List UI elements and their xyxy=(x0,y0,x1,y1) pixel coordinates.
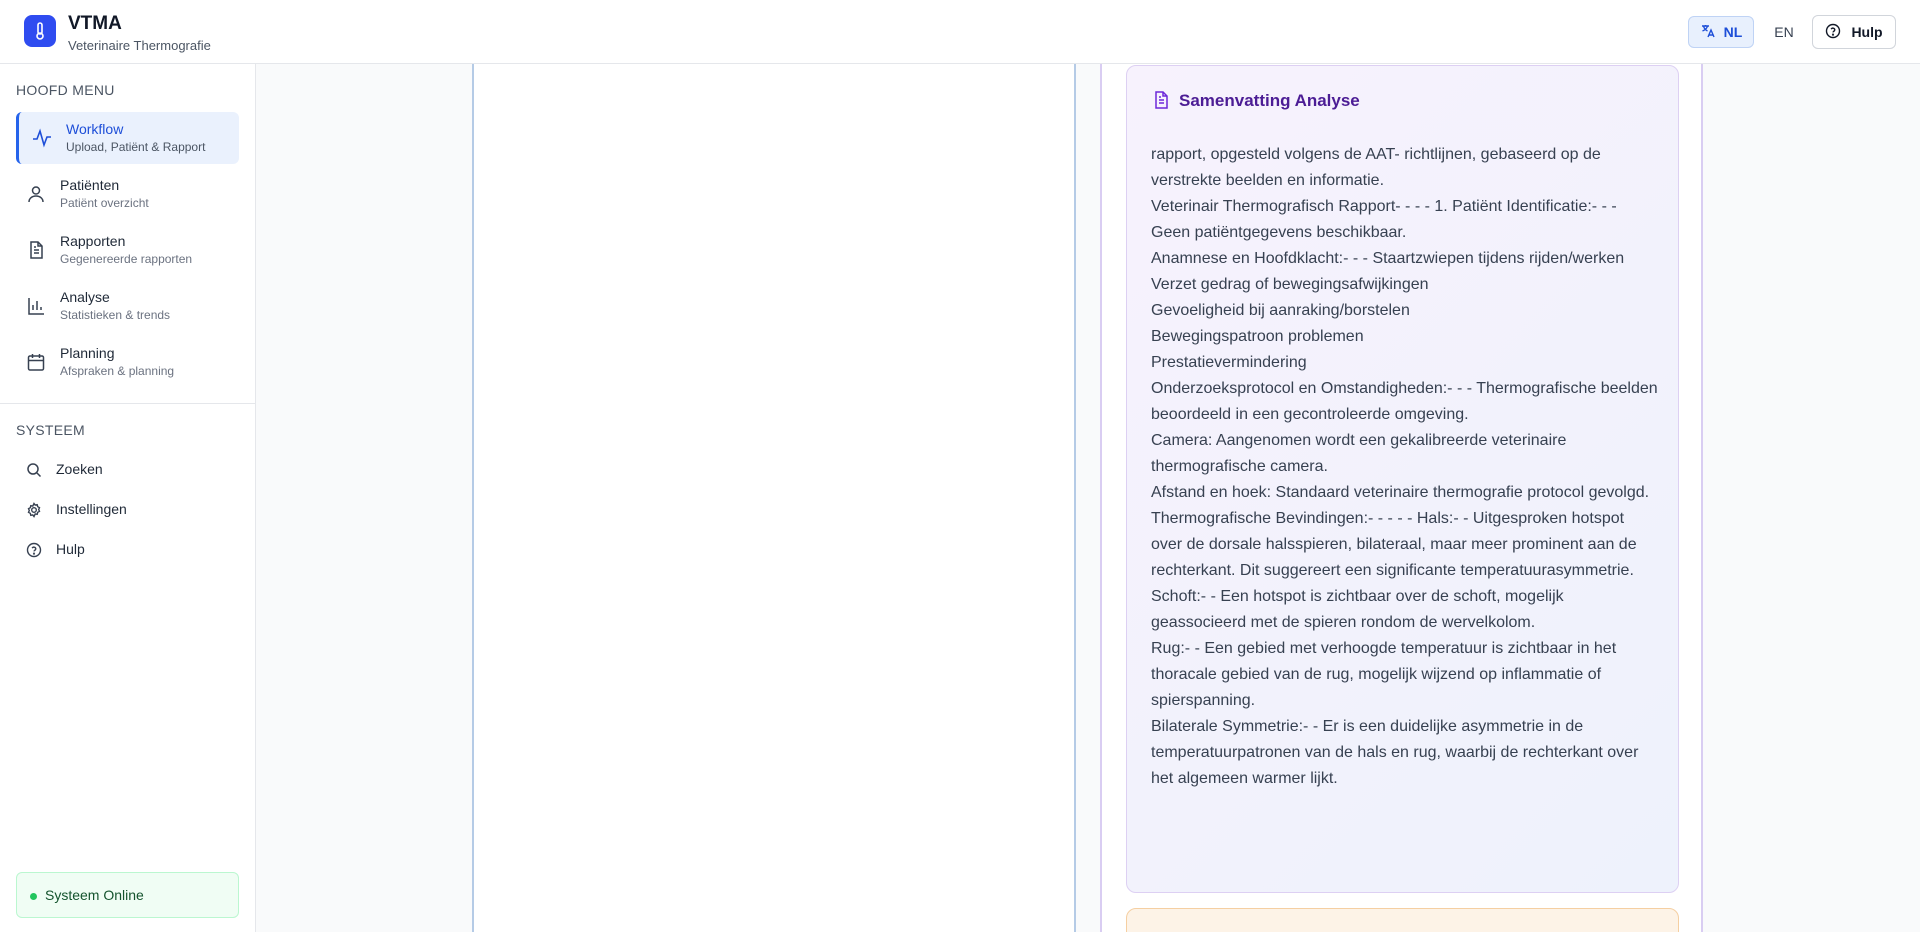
help-circle-icon xyxy=(26,542,42,558)
summary-line: Prestatievermindering xyxy=(1151,354,1307,371)
status-text: Systeem Online xyxy=(45,887,144,903)
gear-icon xyxy=(26,502,42,518)
search-icon xyxy=(26,462,42,478)
summary-line: Schoft:- - Een hotspot is zichtbaar over… xyxy=(1151,588,1564,631)
bar-chart-icon xyxy=(26,296,46,316)
sidebar-item-title: Patiënten xyxy=(60,177,120,193)
main-menu-heading: HOOFD MENU xyxy=(16,82,115,98)
sidebar-item-subtitle: Afspraken & planning xyxy=(60,364,175,378)
sidebar-item-workflow[interactable]: Workflow Upload, Patiënt & Rapport xyxy=(16,112,239,164)
language-nl-button[interactable]: NL xyxy=(1688,16,1754,48)
sidebar-item-analyse[interactable]: Analyse Statistieken & trends xyxy=(16,280,239,332)
language-nl-label: NL xyxy=(1723,24,1743,40)
sidebar-item-subtitle: Upload, Patiënt & Rapport xyxy=(66,140,206,154)
file-text-icon xyxy=(1151,90,1171,110)
sidebar: HOOFD MENU Workflow Upload, Patiënt & Ra… xyxy=(0,64,256,932)
sidebar-divider xyxy=(0,403,255,404)
main-content: Samenvatting Analyse rapport, opgesteld … xyxy=(256,64,1920,932)
sidebar-item-title: Planning xyxy=(60,345,115,361)
analysis-panel: Samenvatting Analyse rapport, opgesteld … xyxy=(1100,64,1703,932)
thermometer-logo-icon xyxy=(24,15,56,47)
file-text-icon xyxy=(26,240,46,260)
activity-icon xyxy=(32,128,52,148)
sidebar-item-title: Workflow xyxy=(66,121,124,137)
sidebar-item-title: Analyse xyxy=(60,289,110,305)
sidebar-item-instellingen[interactable]: Instellingen xyxy=(16,494,239,526)
sidebar-item-patienten[interactable]: Patiënten Patiënt overzicht xyxy=(16,168,239,220)
sidebar-item-planning[interactable]: Planning Afspraken & planning xyxy=(16,336,239,388)
sidebar-item-subtitle: Gegenereerde rapporten xyxy=(60,252,193,266)
summary-line: Verzet gedrag of bewegingsafwijkingen xyxy=(1151,276,1429,293)
sidebar-item-rapporten[interactable]: Rapporten Gegenereerde rapporten xyxy=(16,224,239,276)
sidebar-item-label: Instellingen xyxy=(56,501,127,517)
image-panel xyxy=(472,64,1076,932)
app-header: VTMA Veterinaire Thermografie NL EN Hulp xyxy=(0,0,1920,64)
summary-line: Gevoeligheid bij aanraking/borstelen xyxy=(1151,302,1410,319)
next-section-card xyxy=(1126,908,1679,932)
app-title: VTMA xyxy=(68,13,122,34)
calendar-icon xyxy=(26,352,46,372)
summary-line: Anamnese en Hoofdklacht:- - - Staartzwie… xyxy=(1151,250,1625,267)
summary-line: Thermografische Bevindingen:- - - - - Ha… xyxy=(1151,510,1637,579)
sidebar-item-subtitle: Statistieken & trends xyxy=(60,308,171,322)
summary-line: Veterinair Thermografisch Rapport- - - -… xyxy=(1151,198,1617,241)
summary-line: Onderzoeksprotocol en Omstandigheden:- -… xyxy=(1151,380,1658,423)
language-en-button[interactable]: EN xyxy=(1770,16,1798,48)
analysis-summary-card: Samenvatting Analyse rapport, opgesteld … xyxy=(1126,65,1679,893)
app-subtitle: Veterinaire Thermografie xyxy=(68,38,211,53)
status-dot xyxy=(30,893,37,900)
summary-line: rapport, opgesteld volgens de AAT- richt… xyxy=(1151,146,1601,189)
summary-line: Bilaterale Symmetrie:- - Er is een duide… xyxy=(1151,718,1639,787)
system-heading: SYSTEEM xyxy=(16,422,86,438)
summary-text: rapport, opgesteld volgens de AAT- richt… xyxy=(1151,142,1659,792)
sidebar-item-label: Zoeken xyxy=(56,461,103,477)
sidebar-item-zoeken[interactable]: Zoeken xyxy=(16,454,239,486)
sidebar-item-subtitle: Patiënt overzicht xyxy=(60,196,149,210)
sidebar-item-title: Rapporten xyxy=(60,233,126,249)
user-icon xyxy=(26,184,46,204)
summary-title: Samenvatting Analyse xyxy=(1179,91,1360,110)
sidebar-item-label: Hulp xyxy=(56,541,85,557)
summary-line: Rug:- - Een gebied met verhoogde tempera… xyxy=(1151,640,1617,709)
help-button[interactable]: Hulp xyxy=(1812,15,1896,49)
help-button-label: Hulp xyxy=(1851,24,1883,40)
language-en-label: EN xyxy=(1774,24,1794,40)
system-status-badge: Systeem Online xyxy=(16,872,239,918)
sidebar-item-hulp[interactable]: Hulp xyxy=(16,534,239,566)
summary-line: Afstand en hoek: Standaard veterinaire t… xyxy=(1151,484,1650,501)
help-circle-icon xyxy=(1825,23,1841,42)
translate-icon xyxy=(1700,23,1716,42)
summary-line: Bewegingspatroon problemen xyxy=(1151,328,1364,345)
summary-line: Camera: Aangenomen wordt een gekalibreer… xyxy=(1151,432,1567,475)
